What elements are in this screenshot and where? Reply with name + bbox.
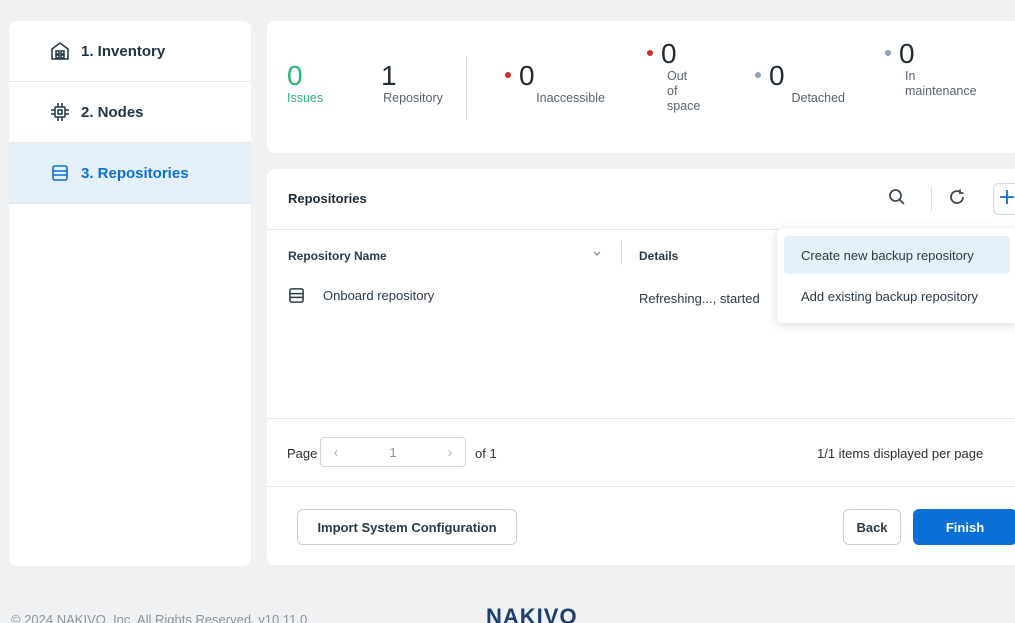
footer-copyright: © 2024 NAKIVO, Inc. All Rights Reserved.… bbox=[11, 612, 308, 623]
inaccessible-label: Inaccessible bbox=[536, 91, 605, 105]
toolbar-divider bbox=[931, 187, 932, 211]
plus-icon bbox=[999, 189, 1015, 210]
in-maintenance-count: 0 bbox=[899, 38, 915, 69]
repositories-header: Repositories bbox=[267, 169, 1015, 230]
red-dot-icon bbox=[647, 49, 653, 56]
finish-button[interactable]: Finish bbox=[913, 509, 1015, 545]
sidebar-item-nodes[interactable]: 2. Nodes bbox=[9, 82, 251, 143]
out-of-space-count: 0 bbox=[661, 38, 677, 69]
repository-icon bbox=[288, 287, 305, 304]
out-of-space-label: Out of space bbox=[667, 69, 701, 113]
wizard-sidebar: 1. Inventory 2. Nodes 3. Repositories bbox=[9, 21, 251, 566]
chevron-down-icon[interactable] bbox=[592, 246, 602, 264]
repository-count: 1 bbox=[381, 60, 397, 91]
page-total: of 1 bbox=[475, 446, 497, 461]
repository-icon bbox=[49, 162, 71, 184]
repository-name-cell: Onboard repository bbox=[323, 288, 435, 303]
stat-repository: 1 Repository bbox=[377, 61, 449, 106]
sidebar-item-label: 2. Nodes bbox=[81, 103, 144, 121]
stat-issues[interactable]: 0 Issues bbox=[287, 61, 323, 106]
inaccessible-count: 0 bbox=[519, 60, 535, 91]
pagination-bar: Page ‹ 1 › of 1 1/1 items displayed per … bbox=[267, 418, 1015, 487]
nakivo-logo: NAKIVO bbox=[486, 604, 578, 623]
add-repository-menu: Create new backup repository Add existin… bbox=[777, 228, 1015, 323]
chevron-right-icon[interactable]: › bbox=[435, 444, 465, 461]
chevron-left-icon[interactable]: ‹ bbox=[321, 444, 351, 461]
grey-dot-icon bbox=[885, 49, 891, 56]
node-chip-icon bbox=[49, 101, 71, 123]
refresh-button[interactable] bbox=[941, 183, 973, 215]
search-icon bbox=[888, 188, 906, 211]
column-header-name[interactable]: Repository Name bbox=[288, 249, 387, 263]
add-repository-button[interactable] bbox=[993, 183, 1015, 215]
inventory-icon bbox=[49, 40, 71, 62]
red-dot-icon bbox=[505, 71, 511, 78]
import-system-configuration-button[interactable]: Import System Configuration bbox=[297, 509, 517, 545]
stat-inaccessible: 0 Inaccessible bbox=[505, 61, 605, 106]
menu-item-create-new[interactable]: Create new backup repository bbox=[784, 236, 1010, 274]
issues-count: 0 bbox=[287, 60, 303, 91]
issues-label: Issues bbox=[287, 91, 324, 105]
repositories-title: Repositories bbox=[288, 191, 367, 206]
page-selector[interactable]: ‹ 1 › bbox=[320, 437, 466, 467]
summary-divider bbox=[466, 57, 467, 119]
repository-details-cell: Refreshing..., started bbox=[639, 291, 760, 306]
repository-label: Repository bbox=[383, 91, 443, 105]
summary-panel: 0 Issues 1 Repository 0 Inaccessible 0 O… bbox=[267, 21, 1015, 153]
menu-item-add-existing[interactable]: Add existing backup repository bbox=[784, 277, 1010, 315]
stat-in-maintenance: 0 In maintenance bbox=[885, 39, 995, 99]
stat-detached: 0 Detached bbox=[755, 61, 845, 106]
back-button[interactable]: Back bbox=[843, 509, 901, 545]
page-number-input[interactable]: 1 bbox=[351, 445, 435, 460]
column-divider[interactable] bbox=[621, 241, 622, 265]
refresh-icon bbox=[948, 188, 966, 211]
sidebar-item-repositories[interactable]: 3. Repositories bbox=[9, 143, 251, 204]
column-header-details[interactable]: Details bbox=[639, 249, 678, 263]
search-button[interactable] bbox=[881, 183, 913, 215]
page-label: Page bbox=[287, 446, 318, 461]
detached-label: Detached bbox=[791, 91, 845, 105]
sidebar-item-inventory[interactable]: 1. Inventory bbox=[9, 21, 251, 82]
sidebar-item-label: 1. Inventory bbox=[81, 42, 166, 60]
sidebar-item-label: 3. Repositories bbox=[81, 164, 189, 182]
detached-count: 0 bbox=[769, 60, 785, 91]
table-row[interactable]: Onboard repository bbox=[288, 287, 434, 304]
grey-dot-icon bbox=[755, 71, 761, 78]
stat-out-of-space: 0 Out of space bbox=[647, 38, 701, 114]
items-per-page-info: 1/1 items displayed per page bbox=[817, 446, 984, 461]
in-maintenance-label: In maintenance bbox=[905, 69, 977, 98]
